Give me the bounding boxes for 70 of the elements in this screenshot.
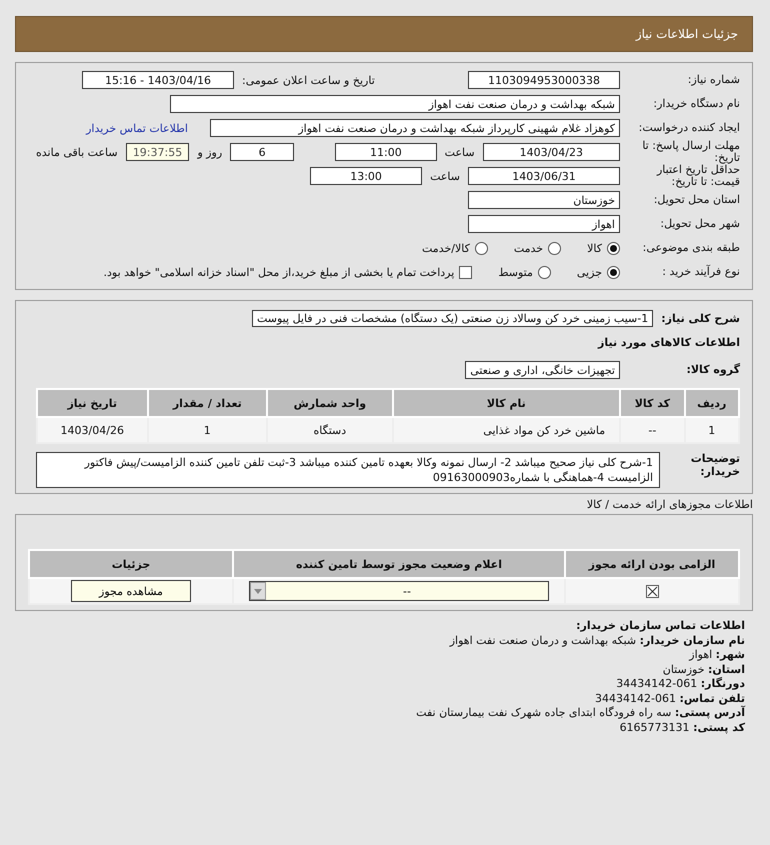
field-label: شماره نیاز: [686,74,740,86]
status-dropdown[interactable]: -- [249,581,549,601]
field-label: نام دستگاه خریدار: [652,98,740,110]
province-field: خوزستان [468,191,620,209]
radio-label: کالا/خدمت [422,242,470,254]
checkbox-label: پرداخت تمام یا بخشی از مبلغ خرید،از محل "اسناد خزانه اسلامی" خواهد بود. [104,266,454,278]
deadline-date-field: 1403/04/23 [482,143,620,161]
validity-time-field: 13:00 [310,167,422,185]
field-label: ایجاد کننده درخواست: [638,122,740,134]
buyer-org-field: شبکه بهداشت و درمان صنعت نفت اهواز [170,95,620,113]
column-header: کد کالا [620,389,685,417]
contact-line: شهر: اهواز [688,648,745,662]
view-license-button[interactable]: مشاهده مجوز [71,580,191,602]
column-header: تعداد / مقدار [148,389,268,417]
field-label: روز و [197,146,222,158]
field-label: مهلت ارسال پاسخ: تا تاریخ: [641,140,740,164]
field-label: شهر محل تحویل: [659,218,740,230]
field-label: طبقه بندی موضوعی: [642,242,740,254]
validity-date-field: 1403/06/31 [468,167,620,185]
field-label: نوع فرآیند خرید : [661,266,740,278]
field-label: تاریخ و ساعت اعلان عمومی: [242,74,375,86]
contact-line: نام سازمان خریدار: شبکه بهداشت و درمان صنعت نفت اهواز [448,634,745,648]
section-heading: اطلاعات مجوزهای ارائه خدمت / کالا [586,498,753,511]
deadline-time-field: 11:00 [335,143,437,161]
field-label: حداقل تاریخ اعتبار قیمت: تا تاریخ: [656,164,740,188]
radio-label: کالا [587,242,602,254]
checkbox[interactable] [459,266,472,278]
radio-button[interactable] [607,242,620,254]
page-title-bar: جزئیات اطلاعات نیاز [15,16,753,52]
contact-line: آدرس پستی: سه راه فرودگاه ابتدای جاده شهرک نفت بیمارستان نفت [415,706,745,720]
days-field: 6 [230,143,294,161]
column-header: ردیف [684,389,739,417]
column-header: اعلام وضعیت مجوز توسط تامین کننده [233,550,565,578]
field-label: شرح کلی نیاز: [661,312,740,324]
field-label: ساعت [444,146,475,158]
column-header: واحد شمارش [267,389,393,417]
table-cell: دستگاه [267,417,393,443]
field-label: گروه کالا: [685,364,740,376]
radio-button[interactable] [607,266,620,278]
buyer-notes-field: 1-شرح کلی نیاز صحیح میباشد 2- ارسال نمونه وکالا بعهده تامین کننده میباشد 3-ثبت تلفن تامین کننده الزامیست/پیش فاکتور الزامیست 4-هماهنگی با شماره09163000903 [36,452,660,488]
city-field: اهواز [468,215,620,233]
column-header: جزئیات [29,550,233,578]
table-cell: -- [620,417,685,443]
column-header: تاریخ نیاز [37,389,148,417]
contact-line: استان: خوزستان [662,662,745,677]
remaining-time-field: 19:37:55 [126,143,190,161]
field-label: استان محل تحویل: [652,194,740,206]
requester-field: کوهزاد غلام شهینی کارپرداز شبکه بهداشت و درمان صنعت نفت اهواز [210,119,620,137]
radio-label: متوسط [498,266,533,278]
announce-date-field: 1403/04/16 - 15:16 [82,71,234,89]
field-label: توضیحات خریدار: [690,452,740,478]
section-heading: اطلاعات کالاهای مورد نیاز [598,336,740,348]
table-cell: ماشین خرد کن مواد غذایی [392,417,620,443]
need-number-field: 1103094953000338 [468,71,620,89]
contact-heading: اطلاعات تماس سازمان خریدار: [575,619,745,634]
radio-button[interactable] [538,266,551,278]
table-cell: 1 [684,417,739,443]
radio-button[interactable] [474,242,488,254]
buyer-contact-link[interactable]: اطلاعات تماس خریدار [86,122,188,134]
summary-field: 1-سیب زمینی خرد کن وسالاد زن صنعتی (یک دستگاه) مشخصات فنی در فایل پیوست [252,310,654,326]
radio-label: جزیی [576,266,602,278]
column-header: نام کالا [392,389,620,417]
radio-label: خدمت [514,242,544,254]
column-header: الزامی بودن ارائه مجوز [565,550,739,578]
table-cell: 1 [148,417,268,443]
goods-group-field: تجهیزات خانگی، اداری و صنعتی [465,361,620,379]
field-label: ساعت [430,170,460,182]
field-label: ساعت باقی مانده [36,146,118,158]
table-cell: 1403/04/26 [37,417,148,443]
radio-button[interactable] [548,242,562,254]
